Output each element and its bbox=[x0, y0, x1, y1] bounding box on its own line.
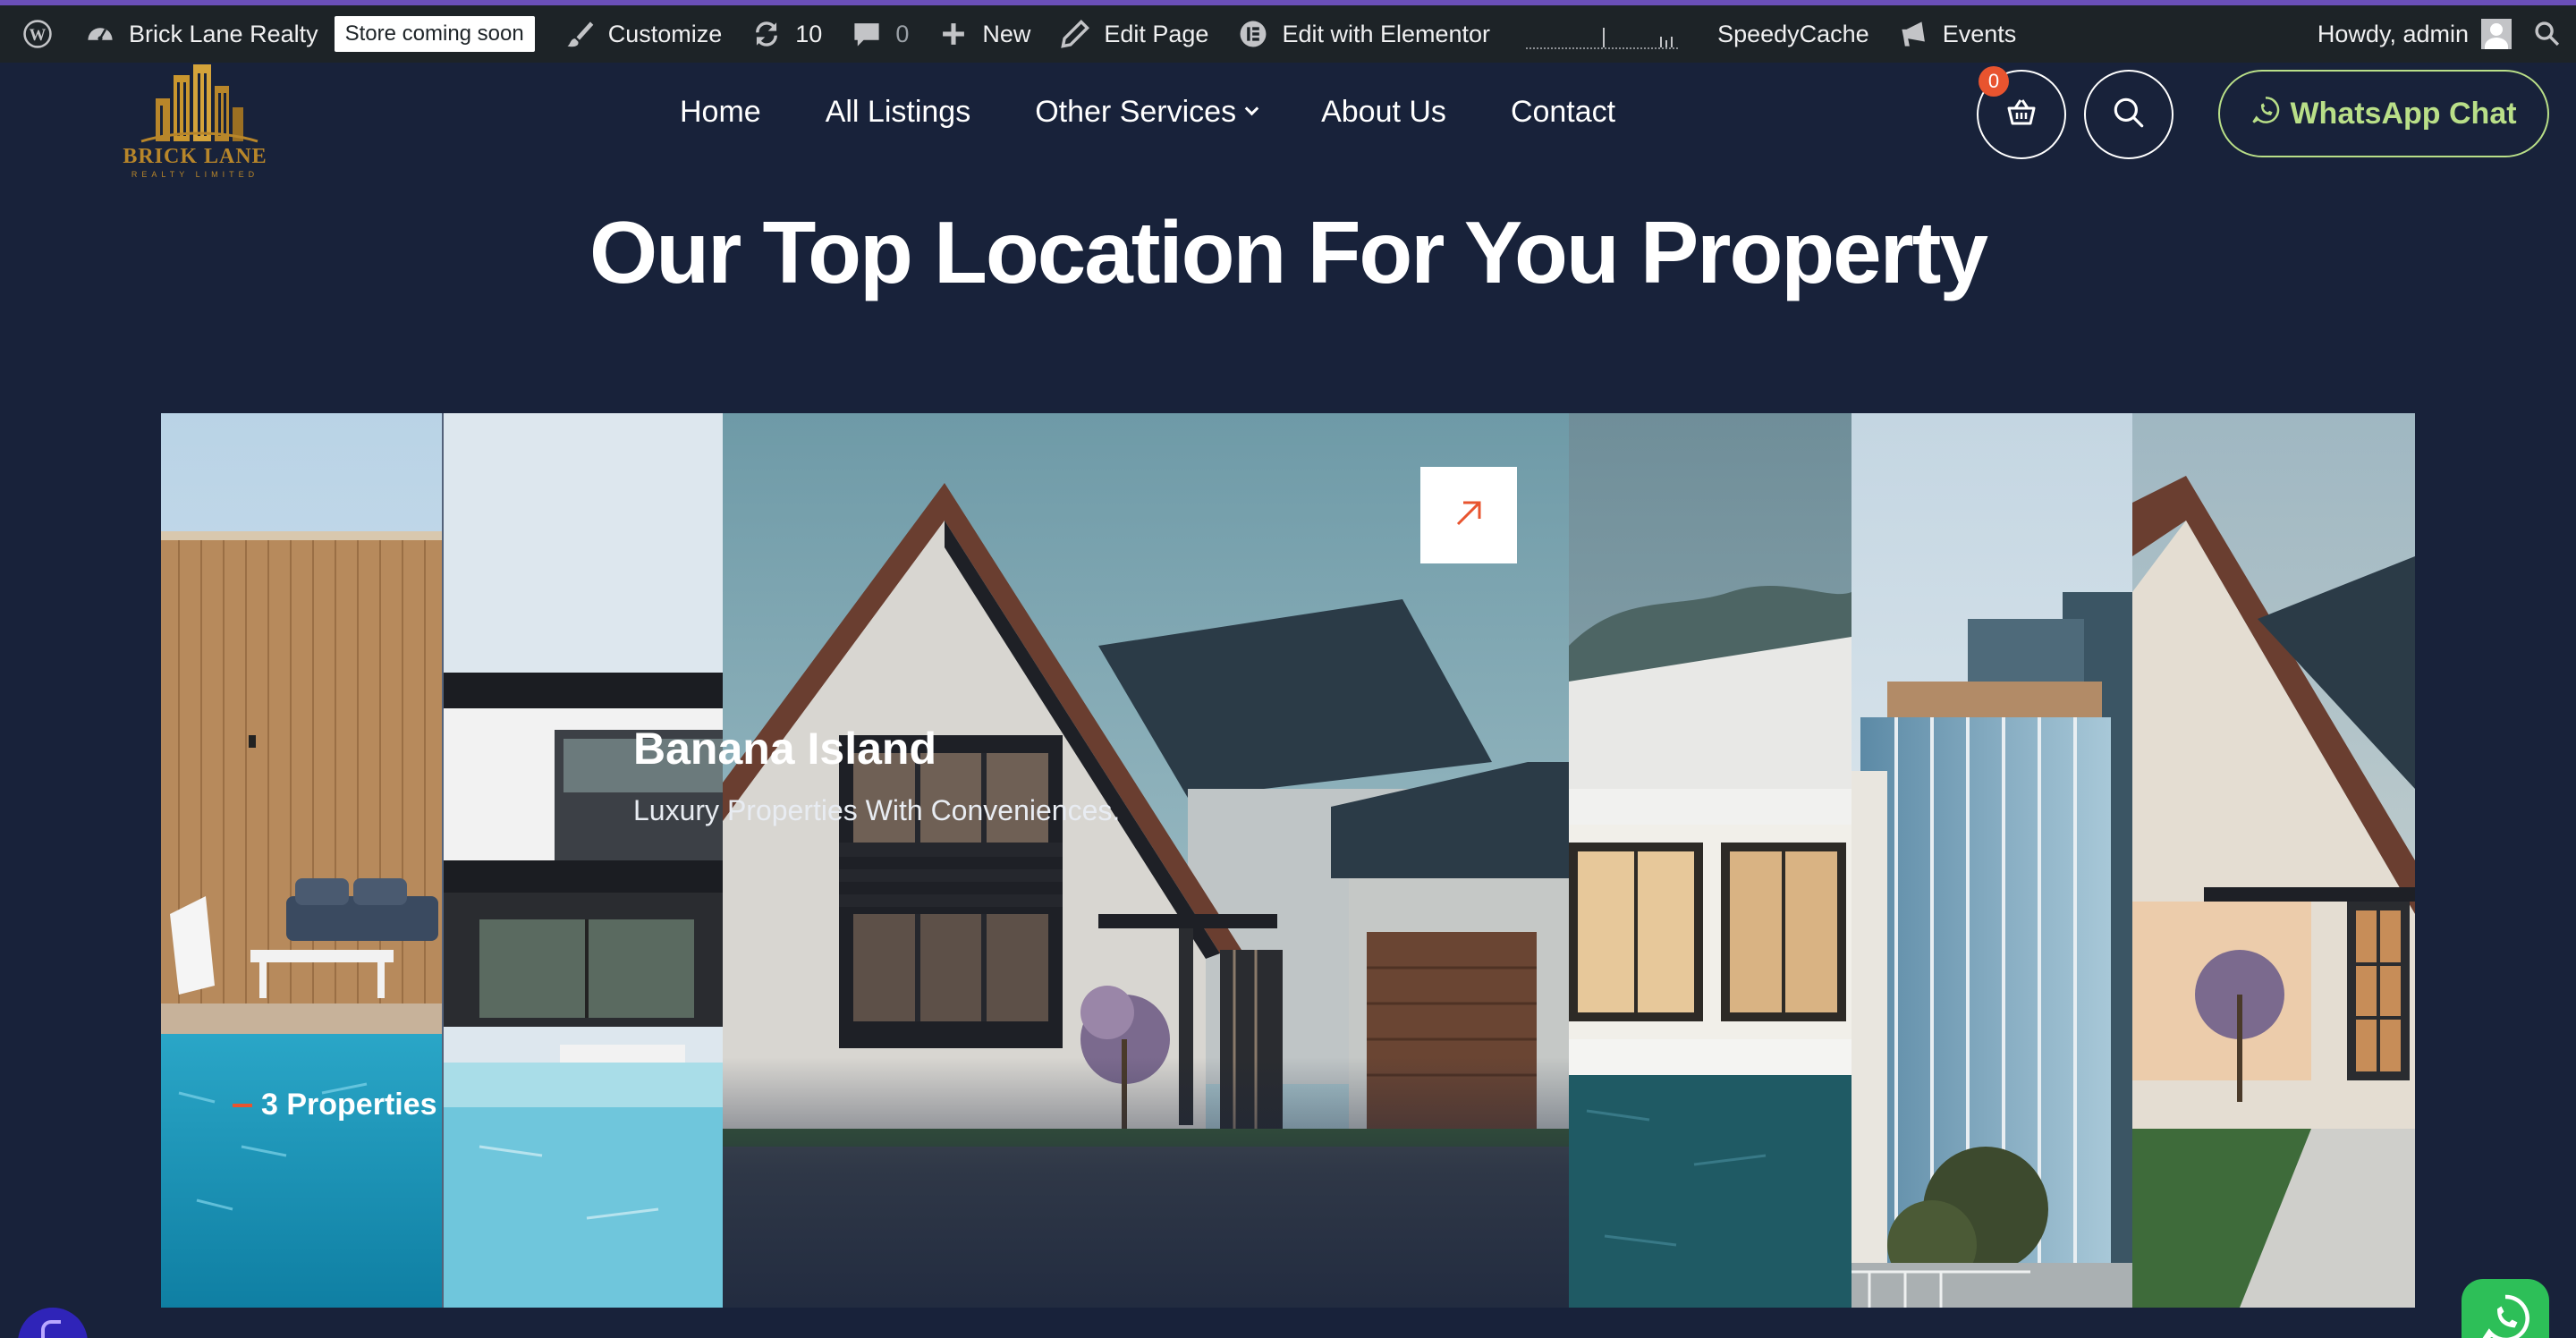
section-title: Our Top Location For You Property bbox=[589, 203, 1988, 301]
card-overlay bbox=[723, 1057, 1569, 1308]
view-location-button[interactable] bbox=[1420, 467, 1517, 563]
sparkline-bar bbox=[1665, 40, 1668, 47]
customize-label: Customize bbox=[607, 20, 723, 47]
floating-widget-button[interactable] bbox=[18, 1308, 88, 1338]
updates-button[interactable]: 10 bbox=[736, 5, 836, 63]
location-gallery: 3 Properties bbox=[161, 413, 2415, 1308]
whatsapp-chat-button[interactable]: WhatsApp Chat bbox=[2218, 70, 2549, 157]
updates-count: 10 bbox=[795, 20, 823, 47]
admin-search-button[interactable] bbox=[2517, 5, 2567, 63]
nav-other-services-label: Other Services bbox=[1035, 95, 1237, 129]
howdy-item[interactable]: Howdy, admin bbox=[2303, 5, 2517, 63]
whatsapp-icon bbox=[2250, 95, 2290, 133]
edit-page-label: Edit Page bbox=[1104, 20, 1209, 47]
cart-icon bbox=[2004, 95, 2039, 135]
nav-home[interactable]: Home bbox=[680, 95, 761, 130]
property-image bbox=[2132, 413, 2415, 1308]
nav-other-services[interactable]: Other Services bbox=[1035, 95, 1259, 130]
comment-icon bbox=[851, 18, 883, 50]
sparkline-bar bbox=[1671, 37, 1674, 47]
sparkline-bar bbox=[1603, 28, 1606, 47]
nav-about-us[interactable]: About Us bbox=[1321, 95, 1446, 130]
customize-button[interactable]: Customize bbox=[549, 5, 737, 63]
pencil-icon bbox=[1059, 18, 1091, 50]
location-description: Luxury Properties With Conveniences. bbox=[633, 794, 1121, 826]
accent-dash bbox=[233, 1103, 252, 1107]
site-logo[interactable]: BRICK LANE REALTY LIMITED bbox=[114, 63, 275, 182]
property-image bbox=[161, 413, 442, 1308]
property-image bbox=[444, 413, 723, 1308]
nav-contact[interactable]: Contact bbox=[1511, 95, 1615, 130]
store-badge-label: Store coming soon bbox=[334, 16, 535, 52]
nav-all-listings[interactable]: All Listings bbox=[826, 95, 971, 130]
howdy-label: Howdy, admin bbox=[2317, 20, 2469, 47]
whatsapp-label: WhatsApp Chat bbox=[2290, 96, 2517, 131]
wp-admin-bar: W Brick Lane Realty Store coming soon Cu… bbox=[0, 0, 2576, 63]
arrow-up-right-icon bbox=[1453, 497, 1485, 534]
search-icon bbox=[2110, 94, 2148, 136]
location-panel[interactable] bbox=[2132, 413, 2415, 1308]
elementor-icon bbox=[1237, 18, 1269, 50]
location-panel[interactable] bbox=[161, 413, 442, 1308]
location-title[interactable]: Banana Island bbox=[633, 723, 936, 775]
brush-icon bbox=[564, 18, 596, 50]
site-header: BRICK LANE REALTY LIMITED Home All Listi… bbox=[0, 63, 2576, 197]
refresh-icon bbox=[750, 18, 783, 50]
plus-icon bbox=[937, 18, 970, 50]
wordpress-menu[interactable]: W bbox=[9, 5, 70, 63]
location-panel[interactable] bbox=[442, 413, 723, 1308]
edit-elementor-button[interactable]: Edit with Elementor bbox=[1223, 5, 1504, 63]
edit-elementor-label: Edit with Elementor bbox=[1282, 20, 1491, 47]
speedycache-label: SpeedyCache bbox=[1717, 20, 1869, 47]
location-panel[interactable] bbox=[1852, 413, 2132, 1308]
store-coming-soon-badge[interactable]: Store coming soon bbox=[333, 5, 549, 63]
main-navigation: Home All Listings Other Services About U… bbox=[680, 95, 1680, 130]
new-label: New bbox=[982, 20, 1031, 47]
stats-sparkline[interactable] bbox=[1526, 19, 1679, 49]
events-menu[interactable]: Events bbox=[1884, 5, 2031, 63]
sparkline-bar bbox=[1660, 37, 1663, 47]
whatsapp-icon bbox=[2479, 1291, 2532, 1338]
search-icon bbox=[2531, 18, 2563, 50]
comments-button[interactable]: 0 bbox=[836, 5, 923, 63]
property-image bbox=[1569, 413, 1852, 1308]
speedycache-menu[interactable]: SpeedyCache bbox=[1703, 5, 1884, 63]
property-image bbox=[1852, 413, 2132, 1308]
megaphone-icon bbox=[1898, 18, 1930, 50]
chevron-down-icon bbox=[1244, 101, 1259, 116]
new-content-button[interactable]: New bbox=[923, 5, 1045, 63]
svg-text:W: W bbox=[30, 26, 47, 45]
logo-tagline: REALTY LIMITED bbox=[131, 170, 259, 179]
logo-name: BRICK LANE bbox=[123, 145, 267, 168]
comments-count: 0 bbox=[895, 20, 910, 47]
events-label: Events bbox=[1942, 20, 2017, 47]
user-avatar-icon bbox=[2481, 19, 2512, 49]
property-count: 3 Properties bbox=[233, 1088, 437, 1122]
dashboard-icon bbox=[84, 18, 116, 50]
site-name-menu[interactable]: Brick Lane Realty bbox=[70, 5, 333, 63]
edit-page-button[interactable]: Edit Page bbox=[1045, 5, 1223, 63]
floating-whatsapp-button[interactable] bbox=[2462, 1279, 2549, 1338]
wordpress-icon: W bbox=[21, 18, 54, 50]
account-menu[interactable]: Howdy, admin bbox=[2303, 5, 2567, 63]
building-logo-icon bbox=[140, 64, 258, 143]
site-name: Brick Lane Realty bbox=[129, 20, 318, 47]
cart-count-badge: 0 bbox=[1979, 66, 2009, 97]
location-panel[interactable] bbox=[1569, 413, 1852, 1308]
site-search-button[interactable] bbox=[2084, 70, 2174, 159]
cart-button[interactable]: 0 bbox=[1977, 66, 2066, 159]
property-count-label: 3 Properties bbox=[261, 1088, 437, 1122]
